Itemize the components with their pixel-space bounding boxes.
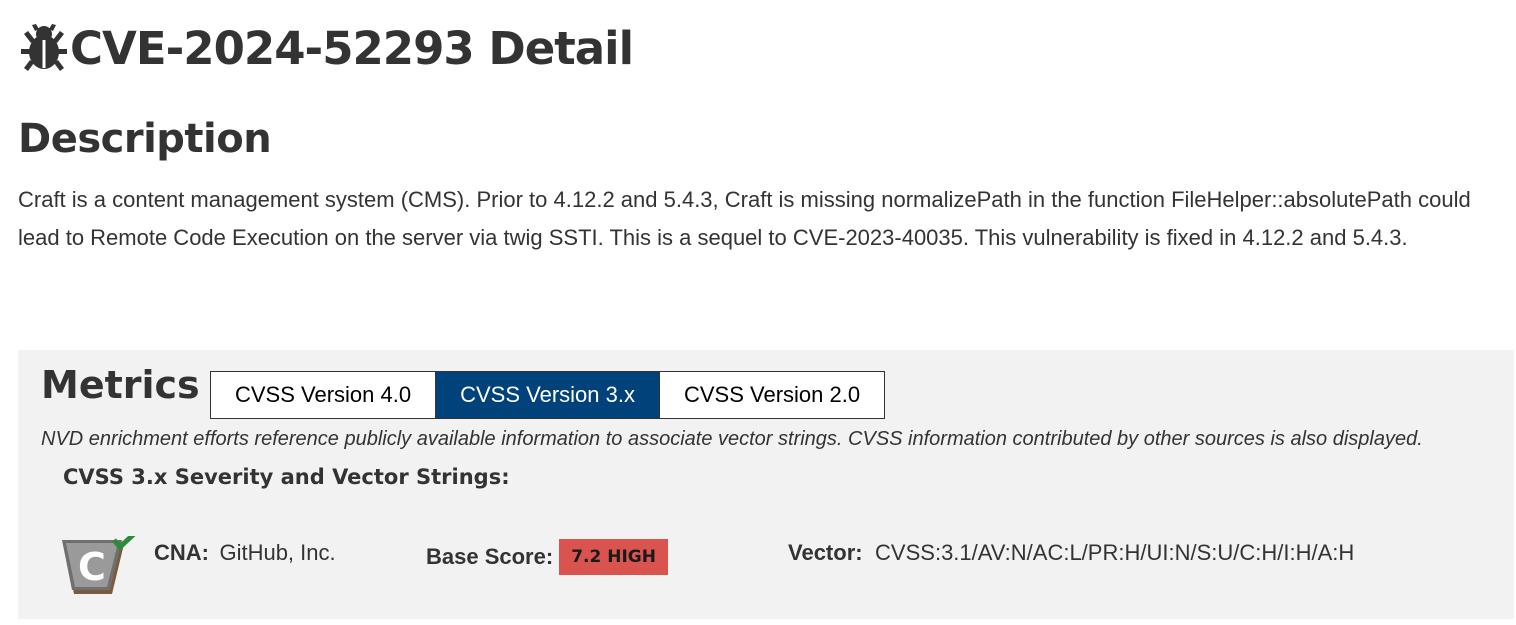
cvss-version-tabs: CVSS Version 4.0 CVSS Version 3.x CVSS V… <box>210 371 886 419</box>
severity-badge[interactable]: 7.2 HIGH <box>559 539 668 575</box>
tab-cvss-2[interactable]: CVSS Version 2.0 <box>658 372 885 418</box>
cna-row: CNA: GitHub, Inc. <box>154 540 336 566</box>
bug-icon <box>18 22 70 74</box>
cna-label: CNA: <box>154 540 209 565</box>
page-title: CVE-2024-52293 Detail <box>18 18 634 78</box>
cve-title: CVE-2024-52293 Detail <box>70 21 634 75</box>
tab-cvss-3[interactable]: CVSS Version 3.x <box>435 372 659 418</box>
vector-label: Vector: <box>788 540 863 565</box>
base-score-label: Base Score: <box>426 544 554 569</box>
vector-value[interactable]: CVSS:3.1/AV:N/AC:L/PR:H/UI:N/S:U/C:H/I:H… <box>875 540 1354 565</box>
cna-value: GitHub, Inc. <box>219 540 336 565</box>
nvd-enrichment-note: NVD enrichment efforts reference publicl… <box>41 428 1423 450</box>
svg-text:C: C <box>78 545 106 589</box>
metrics-heading: Metrics <box>41 363 200 407</box>
metrics-panel: Metrics CVSS Version 4.0 CVSS Version 3.… <box>18 350 1514 619</box>
severity-heading: CVSS 3.x Severity and Vector Strings: <box>63 465 510 489</box>
tab-cvss-4[interactable]: CVSS Version 4.0 <box>211 372 436 418</box>
description-heading: Description <box>18 116 272 162</box>
base-score-row: Base Score: 7.2 HIGH <box>426 539 668 575</box>
vector-row: Vector: CVSS:3.1/AV:N/AC:L/PR:H/UI:N/S:U… <box>788 540 1354 566</box>
cna-shield-icon: C <box>62 532 140 598</box>
description-text: Craft is a content management system (CM… <box>18 187 1471 250</box>
